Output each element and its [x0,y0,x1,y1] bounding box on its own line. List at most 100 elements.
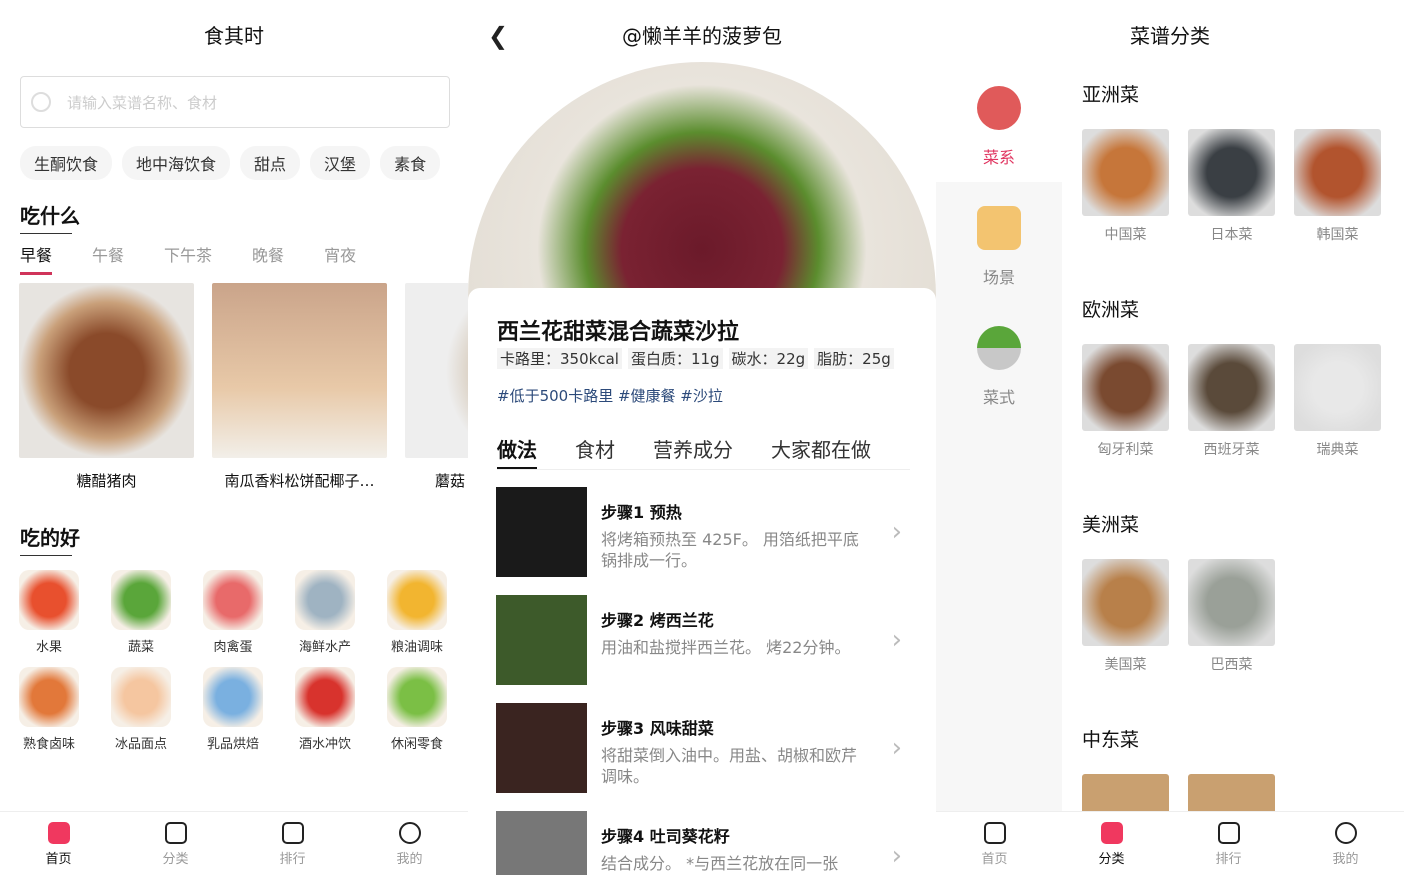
nav-ranking[interactable]: 排行 [1170,812,1287,875]
sidebar-label: 场景 [982,268,1015,287]
cuisine-item[interactable]: 中国菜 [1082,129,1169,244]
recipe-image [212,283,387,458]
chip[interactable]: 地中海饮食 [122,146,231,180]
food-category-label: 水果 [35,640,62,655]
chip-list: 生酮饮食 地中海饮食 甜点 汉堡 素食 [20,146,441,180]
food-category-image [19,570,79,630]
food-category-item[interactable]: 肉禽蛋 [203,570,263,655]
nav-home[interactable]: 首页 [0,812,117,875]
meal-tabs: 早餐 午餐 下午茶 晚餐 宵夜 [20,242,356,275]
step-item[interactable]: 步骤2 烤西兰花 用油和盐搅拌西兰花。 烤22分钟。 › [496,595,910,685]
step-image [496,703,587,793]
cuisine-image [1082,344,1169,431]
page-title: 菜谱分类 [1130,24,1210,48]
salad-bowl-icon [977,326,1021,370]
cuisine-image [1294,129,1381,216]
nav-label: 分类 [162,852,189,867]
nav-mine[interactable]: 我的 [351,812,468,875]
chip[interactable]: 甜点 [240,146,301,180]
nav-home[interactable]: 首页 [936,812,1053,875]
cuisine-item[interactable]: 韩国菜 [1294,129,1381,244]
tab-afternoon-tea[interactable]: 下午茶 [164,242,212,275]
cuisine-label: 瑞典菜 [1316,442,1359,458]
sidebar-item-cuisine[interactable]: 菜系 [936,86,1062,168]
recipe-card[interactable]: 蘑菇 [405,283,468,491]
cuisine-image [1188,344,1275,431]
search-input[interactable]: 请输入菜谱名称、食材 [20,76,450,128]
food-category-item[interactable]: 熟食卤味 [19,667,79,752]
cuisine-item[interactable]: 匈牙利菜 [1082,344,1169,459]
tab-dinner[interactable]: 晚餐 [252,242,284,275]
recipe-tags[interactable]: #低于500卡路里 #健康餐 #沙拉 [497,385,723,406]
food-category-item[interactable]: 乳品烘焙 [203,667,263,752]
tab-everyone-cooking[interactable]: 大家都在做 [771,434,871,469]
cuisine-image [1294,344,1381,431]
app-title: 食其时 [204,24,264,48]
tab-late-night[interactable]: 宵夜 [324,242,356,275]
nav-label: 分类 [1098,852,1125,867]
step-title: 步骤1 预热 [601,503,682,522]
nav-label: 我的 [396,852,423,867]
tab-ingredients[interactable]: 食材 [575,434,615,469]
food-category-image [203,570,263,630]
food-category-label: 海鲜水产 [298,640,351,655]
recipe-tabs: 做法 食材 营养成分 大家都在做 [497,434,910,470]
chevron-right-icon: › [891,625,902,655]
nutrition-calories: 卡路里：350kcal [497,348,622,369]
recipe-name: 南瓜香料松饼配椰子… [224,472,375,490]
food-category-item[interactable]: 休闲零食 [387,667,447,752]
food-category-item[interactable]: 水果 [19,570,79,655]
cuisine-group-title: 美洲菜 [1082,514,1140,536]
step-title: 步骤2 烤西兰花 [601,611,714,630]
chip[interactable]: 生酮饮食 [20,146,113,180]
nav-category[interactable]: 分类 [117,812,234,875]
food-category-image [111,570,171,630]
section-title: 吃什么 [20,200,80,234]
food-category-item[interactable]: 蔬菜 [111,570,171,655]
tab-nutrition[interactable]: 营养成分 [653,434,733,469]
cuisine-image [1188,129,1275,216]
chip[interactable]: 汉堡 [310,146,371,180]
recipe-card[interactable]: 南瓜香料松饼配椰子… [212,283,387,491]
food-category-item[interactable]: 酒水冲饮 [295,667,355,752]
sidebar-item-dish-type[interactable]: 菜式 [936,326,1062,408]
grid-icon [1100,822,1123,844]
nav-mine[interactable]: 我的 [1287,812,1404,875]
sidebar-item-scene[interactable]: 场景 [936,206,1062,288]
search-placeholder: 请输入菜谱名称、食材 [67,93,218,112]
cuisine-item[interactable]: 美国菜 [1082,559,1169,674]
step-item[interactable]: 步骤3 风味甜菜 将甜菜倒入油中。用盐、胡椒和欧芹调味。 › [496,703,910,793]
step-item[interactable]: 步骤4 吐司葵花籽 结合成分。 *与西兰花放在同一张 › [496,811,910,875]
cuisine-item[interactable]: 瑞典菜 [1294,344,1381,459]
cuisine-image [1082,129,1169,216]
cuisine-image [1188,559,1275,646]
recipe-image [405,283,468,458]
food-category-item[interactable]: 粮油调味 [387,570,447,655]
cuisine-item[interactable]: 日本菜 [1188,129,1275,244]
tab-method[interactable]: 做法 [497,434,537,469]
step-image [496,595,587,685]
tab-breakfast[interactable]: 早餐 [20,242,53,275]
chip[interactable]: 素食 [380,146,441,180]
cuisine-label: 西班牙菜 [1203,442,1260,458]
recipe-hero-image [468,62,936,302]
recipe-title: 西兰花甜菜混合蔬菜沙拉 [497,320,740,345]
tab-lunch[interactable]: 午餐 [92,242,124,275]
nav-ranking[interactable]: 排行 [234,812,351,875]
chevron-right-icon: › [891,517,902,547]
nav-category[interactable]: 分类 [1053,812,1170,875]
cuisine-item[interactable]: 巴西菜 [1188,559,1275,674]
food-category-item[interactable]: 冰品面点 [111,667,171,752]
food-category-image [387,667,447,727]
bottom-nav: 首页 分类 排行 我的 [0,811,468,875]
step-title: 步骤3 风味甜菜 [601,719,714,738]
recipe-card[interactable]: 糖醋猪肉 [19,283,194,491]
cuisine-label: 日本菜 [1210,227,1253,243]
cuisine-item[interactable]: 西班牙菜 [1188,344,1275,459]
bottom-nav: 首页 分类 排行 我的 [936,811,1404,875]
food-category-item[interactable]: 海鲜水产 [295,570,355,655]
sidebar-label: 菜系 [982,148,1015,167]
step-item[interactable]: 步骤1 预热 将烤箱预热至 425F。 用箔纸把平底锅排成一行。 › [496,487,910,577]
food-category-label: 熟食卤味 [22,737,75,752]
food-category-image [295,570,355,630]
